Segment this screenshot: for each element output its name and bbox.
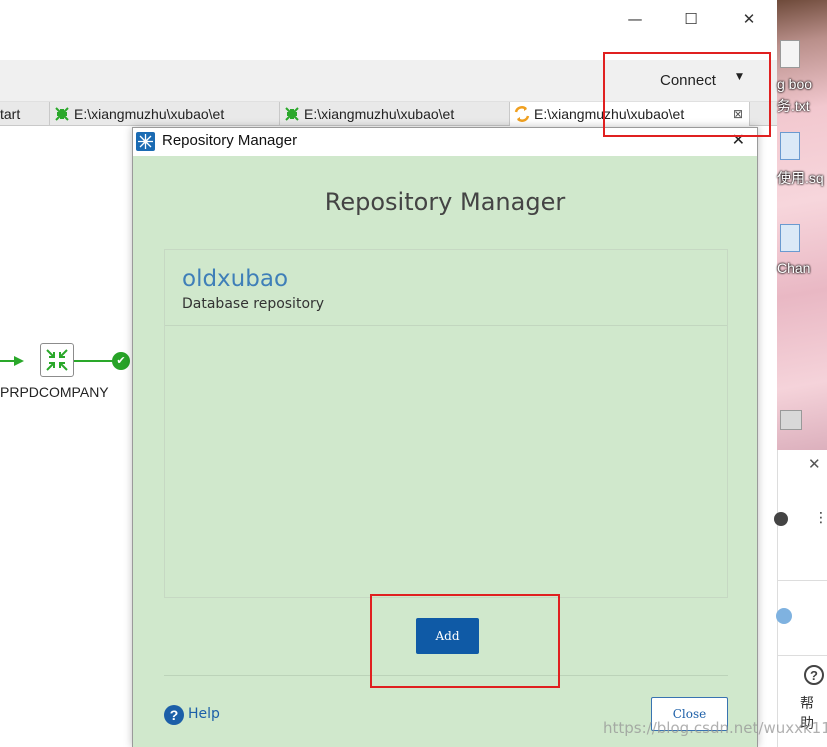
sql-file-icon[interactable] <box>780 224 800 252</box>
tab-label: tart <box>0 106 21 122</box>
avatar-icon[interactable] <box>774 512 788 526</box>
desktop-item-label: g boo <box>777 76 813 92</box>
hop-arrow-icon <box>14 356 24 366</box>
step-label: PRPDCOMPANY <box>0 384 109 400</box>
desktop-item-label: Chan <box>777 260 811 276</box>
desktop-item-label: 使用.sq <box>777 170 824 186</box>
job-icon <box>514 106 530 122</box>
close-window-button[interactable]: ✕ <box>734 8 764 30</box>
maximize-button[interactable]: ☐ <box>676 8 706 30</box>
help-icon[interactable]: ? <box>164 705 184 725</box>
dialog-heading: Repository Manager <box>324 188 566 216</box>
check-icon: ✔ <box>112 352 130 370</box>
transform-icon <box>55 107 69 121</box>
hop-line-out[interactable] <box>74 360 114 362</box>
close-icon[interactable]: ✕ <box>808 455 821 473</box>
tab-label: E:\xiangmuzhu\xubao\et <box>74 106 225 122</box>
sql-file-icon[interactable] <box>780 132 800 160</box>
tab-transformation-1[interactable]: E:\xiangmuzhu\xubao\et <box>50 102 280 126</box>
minimize-button[interactable]: — <box>620 8 650 30</box>
tab-label: E:\xiangmuzhu\xubao\et <box>304 106 455 122</box>
watermark: https://blog.csdn.net/wuxxk111 <box>603 719 827 737</box>
side-panel: ✕ ⋮ ? 帮助 <box>774 450 827 747</box>
annotation-box-connect <box>603 52 771 137</box>
tab-transformation-2[interactable]: E:\xiangmuzhu\xubao\et <box>280 102 510 126</box>
dialog-window-title: Repository Manager <box>162 132 298 149</box>
avatar-icon[interactable] <box>776 608 792 624</box>
repository-list-item[interactable]: oldxubao Database repository <box>165 250 727 326</box>
transform-icon <box>285 107 299 121</box>
help-link[interactable]: Help <box>188 706 220 722</box>
repository-type: Database repository <box>182 296 325 312</box>
divider <box>778 655 827 656</box>
merge-step-icon <box>46 349 68 371</box>
gear-icon[interactable] <box>780 410 802 430</box>
window-titlebar: — ☐ ✕ <box>0 0 777 60</box>
tab-start[interactable]: tart <box>0 102 50 126</box>
annotation-box-add <box>370 594 560 688</box>
file-icon[interactable] <box>780 40 800 68</box>
repository-list[interactable]: oldxubao Database repository <box>164 249 728 598</box>
divider <box>778 580 827 581</box>
step-node[interactable] <box>40 343 74 377</box>
desktop-item-label: 务.txt <box>777 98 810 114</box>
repository-name[interactable]: oldxubao <box>182 266 288 292</box>
spoon-app-icon <box>136 132 155 151</box>
help-icon[interactable]: ? <box>804 665 824 685</box>
more-options-icon[interactable]: ⋮ <box>814 510 827 526</box>
